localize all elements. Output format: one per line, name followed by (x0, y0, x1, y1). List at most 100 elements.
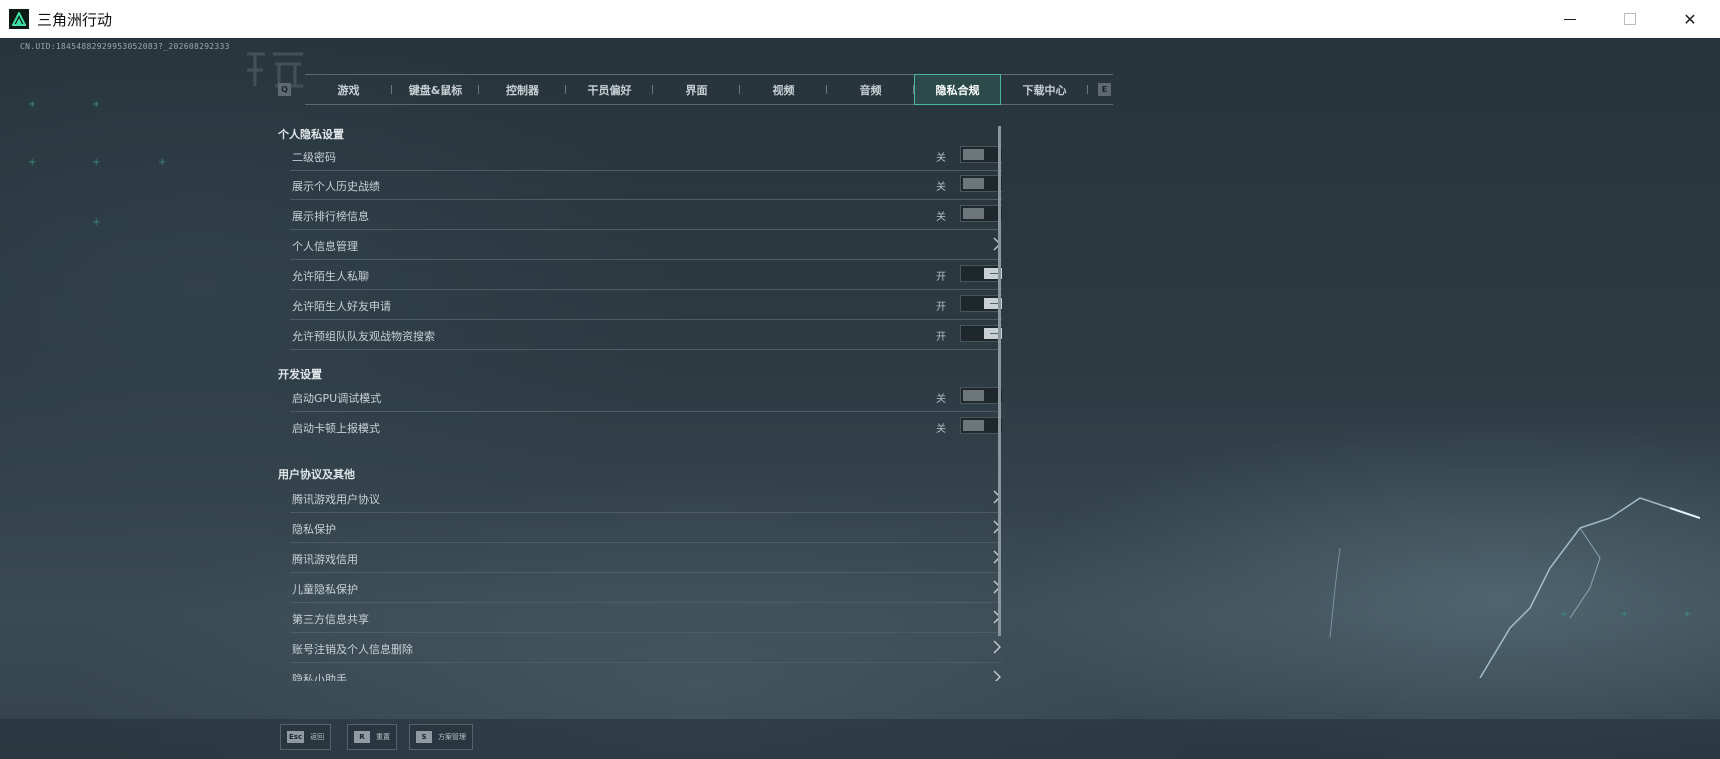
show-history-toggle[interactable] (960, 175, 1002, 192)
window-title: 三角洲行动 (37, 10, 113, 29)
back-button[interactable]: Esc 返回 (280, 724, 332, 750)
setting-label: 腾讯游戏信用 (292, 553, 358, 566)
tab-privacy-compliance[interactable]: 隐私合规 (914, 74, 1001, 105)
tab-prev-key-hint[interactable]: Q (278, 83, 291, 96)
chevron-right-icon (993, 670, 1001, 681)
close-icon: ✕ (1683, 9, 1697, 29)
setting-label: 允许陌生人私聊 (292, 270, 369, 283)
tab-audio[interactable]: 音频 (827, 75, 914, 104)
s-key-icon: S (416, 731, 432, 743)
app-logo-icon (9, 9, 29, 29)
section-title-developer: 开发设置 (278, 368, 322, 381)
link-row-privacy-assistant[interactable]: 隐私小助手 (290, 663, 1002, 681)
setting-label: 隐私保护 (292, 523, 336, 536)
r-key-icon: R (354, 731, 370, 743)
toggle-state-text: 关 (936, 182, 946, 193)
toggle-knob (963, 178, 984, 189)
maximize-icon (1624, 13, 1636, 25)
tab-operator-preference[interactable]: 干员偏好 (566, 75, 653, 104)
setting-row-stranger-friend-request: 允许陌生人好友申请 开 (290, 290, 1002, 320)
settings-tab-bar: 游戏 键盘&鼠标 控制器 干员偏好 界面 视频 音频 隐私合规 下载中心 (305, 74, 1113, 105)
secondary-password-toggle[interactable] (960, 146, 1002, 163)
teammate-spectate-search-toggle[interactable] (960, 325, 1002, 342)
tab-download-center[interactable]: 下载中心 (1001, 75, 1088, 104)
setting-row-show-history: 展示个人历史战绩 关 (290, 170, 1002, 200)
setting-label: 腾讯游戏用户协议 (292, 493, 380, 506)
show-leaderboard-toggle[interactable] (960, 205, 1002, 222)
link-row-privacy-protection[interactable]: 隐私保护 (290, 513, 1002, 543)
stranger-chat-toggle[interactable] (960, 265, 1002, 282)
setting-row-personal-info-management[interactable]: 个人信息管理 (290, 230, 1002, 260)
section-title-personal-privacy: 个人隐私设置 (278, 128, 344, 141)
preset-management-label: 方案管理 (438, 733, 466, 741)
minimize-icon (1564, 18, 1576, 20)
gpu-debug-toggle[interactable] (960, 387, 1002, 404)
toggle-state-text: 关 (936, 424, 946, 435)
tab-game[interactable]: 游戏 (305, 75, 392, 104)
lightning-icon (1329, 497, 1700, 678)
preset-management-button[interactable]: S 方案管理 (409, 724, 473, 750)
setting-label: 允许陌生人好友申请 (292, 300, 391, 313)
toggle-state-text: 开 (936, 272, 946, 283)
setting-label: 允许预组队队友观战物资搜索 (292, 330, 435, 343)
setting-label: 启动卡顿上报模式 (292, 422, 380, 435)
uid-text: CN.UID:18454882929953052083?_20260829233… (20, 42, 230, 51)
tab-keyboard-mouse[interactable]: 键盘&鼠标 (392, 75, 479, 104)
tab-controller[interactable]: 控制器 (479, 75, 566, 104)
maximize-button[interactable] (1600, 0, 1660, 38)
stranger-friend-request-toggle[interactable] (960, 295, 1002, 312)
footer-bar (0, 719, 1720, 759)
setting-row-secondary-password: 二级密码 关 (290, 141, 1002, 171)
toggle-knob (963, 420, 984, 431)
setting-row-stranger-chat: 允许陌生人私聊 开 (290, 260, 1002, 290)
link-row-third-party-sharing[interactable]: 第三方信息共享 (290, 603, 1002, 633)
link-row-account-deletion[interactable]: 账号注销及个人信息删除 (290, 633, 1002, 663)
tab-video[interactable]: 视频 (740, 75, 827, 104)
toggle-state-text: 开 (936, 332, 946, 343)
setting-row-show-leaderboard: 展示排行榜信息 关 (290, 200, 1002, 230)
setting-label: 儿童隐私保护 (292, 583, 358, 596)
stutter-report-toggle[interactable] (960, 417, 1002, 434)
background-emblem-icon (247, 52, 303, 88)
setting-label: 展示个人历史战绩 (292, 180, 380, 193)
minimize-button[interactable] (1540, 0, 1600, 38)
close-button[interactable]: ✕ (1660, 0, 1720, 38)
reset-label: 重置 (376, 733, 390, 741)
reset-button[interactable]: R 重置 (347, 724, 397, 750)
setting-label: 展示排行榜信息 (292, 210, 369, 223)
game-viewport: CN.UID:18454882929953052083?_20260829233… (0, 38, 1720, 759)
setting-label: 账号注销及个人信息删除 (292, 643, 413, 656)
settings-scrollbar[interactable] (998, 126, 1001, 636)
setting-row-teammate-spectate-search: 允许预组队队友观战物资搜索 开 (290, 320, 1002, 350)
link-row-user-agreement[interactable]: 腾讯游戏用户协议 (290, 483, 1002, 513)
esc-key-icon: Esc (287, 731, 305, 743)
setting-label: 二级密码 (292, 151, 336, 164)
tab-interface[interactable]: 界面 (653, 75, 740, 104)
settings-panel: 个人隐私设置 二级密码 关 展示个人历史战绩 关 展示排行榜信息 关 个人信息管… (270, 124, 1002, 681)
toggle-state-text: 关 (936, 394, 946, 405)
chevron-right-icon (993, 640, 1001, 654)
decor-cross-icon: + (92, 99, 101, 110)
setting-row-gpu-debug: 启动GPU调试模式 关 (290, 382, 1002, 412)
link-row-child-privacy[interactable]: 儿童隐私保护 (290, 573, 1002, 603)
setting-row-stutter-report: 启动卡顿上报模式 关 (290, 412, 1002, 441)
decor-cross-icon: + (92, 157, 101, 168)
decor-cross-icon: + (92, 217, 101, 228)
link-row-game-credit[interactable]: 腾讯游戏信用 (290, 543, 1002, 573)
setting-label: 第三方信息共享 (292, 613, 369, 626)
toggle-knob (963, 208, 984, 219)
window-controls: ✕ (1540, 0, 1720, 38)
toggle-state-text: 关 (936, 212, 946, 223)
decor-cross-icon: + (28, 99, 37, 110)
setting-label: 个人信息管理 (292, 240, 358, 253)
setting-label: 启动GPU调试模式 (292, 392, 382, 405)
setting-label: 隐私小助手 (292, 673, 347, 681)
window-title-bar: 三角洲行动 ✕ (0, 0, 1720, 39)
decor-cross-icon: + (158, 157, 167, 168)
toggle-state-text: 关 (936, 153, 946, 164)
toggle-knob (963, 390, 984, 401)
toggle-knob (963, 149, 984, 160)
decor-cross-icon: + (28, 157, 37, 168)
back-label: 返回 (310, 733, 325, 741)
section-title-agreements: 用户协议及其他 (278, 468, 355, 481)
